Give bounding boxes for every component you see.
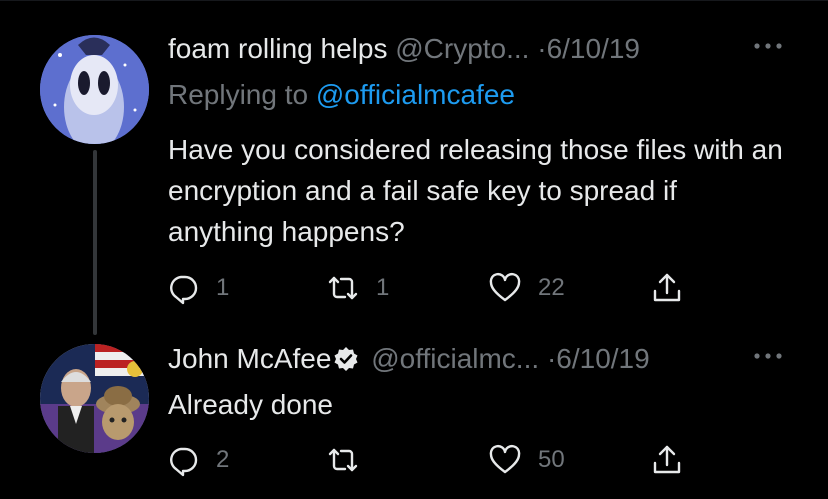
tweet-actions: 1 1 22 [166, 268, 726, 308]
display-name[interactable]: John McAfee [168, 343, 331, 374]
reply-count: 1 [216, 274, 230, 301]
reply-button[interactable]: 2 [166, 440, 229, 480]
reply-icon [170, 275, 198, 305]
like-count: 50 [538, 446, 565, 473]
more-options-button[interactable] [752, 28, 784, 67]
handle[interactable]: @officialmc... [371, 343, 539, 374]
reply-count: 2 [216, 446, 230, 473]
share-icon [653, 273, 681, 302]
tweet-text: Have you considered releasing those file… [168, 134, 783, 247]
avatar-image [40, 344, 149, 453]
share-icon [653, 445, 681, 474]
tweet-header: foam rolling helps @Crypto... ·6/10/19 [168, 32, 640, 66]
like-button[interactable]: 50 [488, 440, 565, 480]
reply-button[interactable]: 1 [166, 268, 229, 308]
tweet-actions: 2 50 [166, 440, 726, 480]
verified-badge-icon [334, 347, 358, 371]
separator: · [546, 343, 557, 374]
tweet-date[interactable]: 6/10/19 [556, 343, 649, 374]
avatar-image [40, 35, 149, 144]
reply-icon [170, 447, 198, 477]
thread-connector [93, 150, 97, 335]
retweet-button[interactable]: 1 [326, 268, 389, 308]
replying-to: Replying to @officialmcafee [168, 78, 515, 112]
avatar[interactable] [40, 344, 149, 453]
like-button[interactable]: 22 [488, 268, 565, 308]
heart-icon [489, 272, 521, 302]
tweet-header: John McAfee @officialmc... ·6/10/19 [168, 342, 650, 376]
heart-icon [489, 444, 521, 474]
tweet-date[interactable]: 6/10/19 [547, 33, 640, 64]
handle[interactable]: @Crypto... [395, 33, 529, 64]
tweet[interactable]: John McAfee @officialmc... ·6/10/19 Alre… [0, 320, 828, 499]
like-count: 22 [538, 274, 565, 301]
retweet-button[interactable] [326, 440, 376, 480]
retweet-icon [328, 276, 358, 300]
separator: · [537, 33, 547, 64]
replying-to-label: Replying to [168, 79, 309, 110]
more-options-button[interactable] [752, 338, 784, 377]
avatar[interactable] [40, 35, 149, 144]
retweet-count: 1 [376, 274, 390, 301]
ellipsis-icon [754, 43, 782, 49]
tweet[interactable]: foam rolling helps @Crypto... ·6/10/19 R… [0, 0, 828, 335]
display-name[interactable]: foam rolling helps [168, 33, 387, 64]
retweet-icon [328, 448, 358, 472]
mention-link[interactable]: @officialmcafee [316, 79, 515, 110]
tweet-text: Already done [168, 389, 334, 420]
share-button[interactable] [650, 268, 684, 308]
ellipsis-icon [754, 353, 782, 359]
share-button[interactable] [650, 440, 684, 480]
